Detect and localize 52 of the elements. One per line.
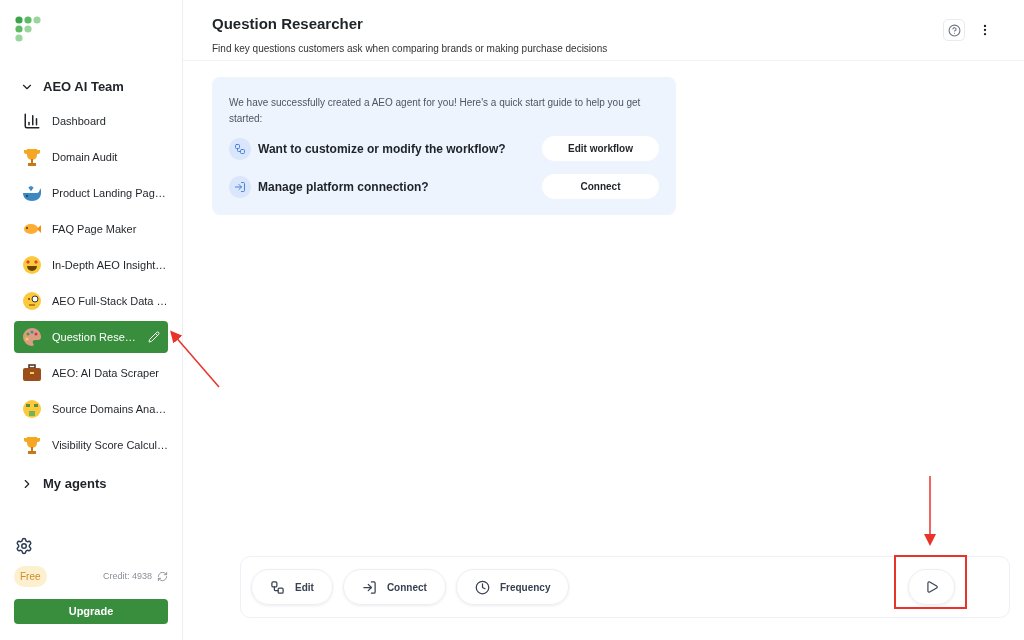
exit-arrow-icon — [234, 180, 246, 193]
exit-arrow-icon — [361, 579, 377, 595]
guide-action-button[interactable]: Connect — [542, 174, 659, 199]
item-label: FAQ Page Maker — [52, 221, 138, 237]
guide-action-button[interactable]: Edit workflow — [542, 136, 659, 161]
credit-text: Credit: 4938 — [102, 569, 152, 583]
item-label: Visibility Score Calcul… — [52, 437, 168, 453]
plan-badge: Free — [14, 566, 47, 587]
sidebar-item[interactable]: Dashboard — [14, 105, 168, 137]
item-label: AEO Full-Stack Data … — [52, 293, 168, 309]
guide-intro: We have successfully created a AEO agent for you! Here's a quick start guide to help you get started: — [229, 96, 642, 126]
upgrade-button[interactable]: Upgrade — [14, 599, 168, 624]
settings-icon[interactable] — [15, 537, 33, 555]
item-label: AEO: AI Data Scraper — [52, 365, 160, 381]
trophy-icon — [22, 147, 42, 167]
whale-icon — [22, 183, 42, 203]
item-label: Product Landing Pag… — [52, 185, 166, 201]
sidebar-item[interactable]: Question Rese… — [14, 321, 168, 353]
star-eyes-face-icon — [22, 255, 42, 275]
refresh-icon[interactable] — [157, 571, 168, 582]
monocle-face-icon — [22, 291, 42, 311]
item-label: In-Depth AEO Insight… — [52, 257, 167, 273]
trophy-icon — [22, 435, 42, 455]
pencil-icon[interactable] — [148, 331, 160, 343]
palette-icon — [22, 327, 42, 347]
play-icon — [924, 580, 939, 594]
sidebar-item[interactable]: AEO: AI Data Scraper — [14, 357, 168, 389]
item-label: Domain Audit — [52, 149, 119, 165]
group-header[interactable]: AEO AI Team — [14, 70, 168, 104]
workflow-icon — [234, 142, 246, 155]
workflow-icon — [270, 579, 285, 595]
bar-chart-icon — [23, 112, 41, 130]
clock-icon — [474, 579, 490, 595]
briefcase-icon — [22, 363, 42, 383]
guide-question: Manage platform connection? — [258, 178, 430, 196]
item-label: Source Domains Ana… — [52, 401, 167, 417]
sidebar-item[interactable]: Product Landing Pag… — [14, 177, 168, 209]
item-label: Dashboard — [52, 113, 107, 129]
sidebar-item[interactable]: AEO Full-Stack Data … — [14, 285, 168, 317]
page-subtitle: Find key questions customers ask when comparing brands or making purchase decisions — [212, 41, 609, 56]
sidebar-item[interactable]: Domain Audit — [14, 141, 168, 173]
item-label: Question Rese… — [52, 329, 137, 345]
sidebar-item[interactable]: Source Domains Ana… — [14, 393, 168, 425]
sidebar-item[interactable]: Visibility Score Calcul… — [14, 429, 168, 461]
group-header[interactable]: My agents — [14, 467, 168, 501]
page-title: Question Researcher — [212, 14, 364, 34]
guide-question: Want to customize or modify the workflow? — [258, 140, 507, 158]
help-button[interactable] — [943, 19, 965, 41]
sidebar-item[interactable]: FAQ Page Maker — [14, 213, 168, 245]
help-icon — [947, 23, 961, 37]
money-face-icon — [22, 399, 42, 419]
sidebar-item[interactable]: In-Depth AEO Insight… — [14, 249, 168, 281]
